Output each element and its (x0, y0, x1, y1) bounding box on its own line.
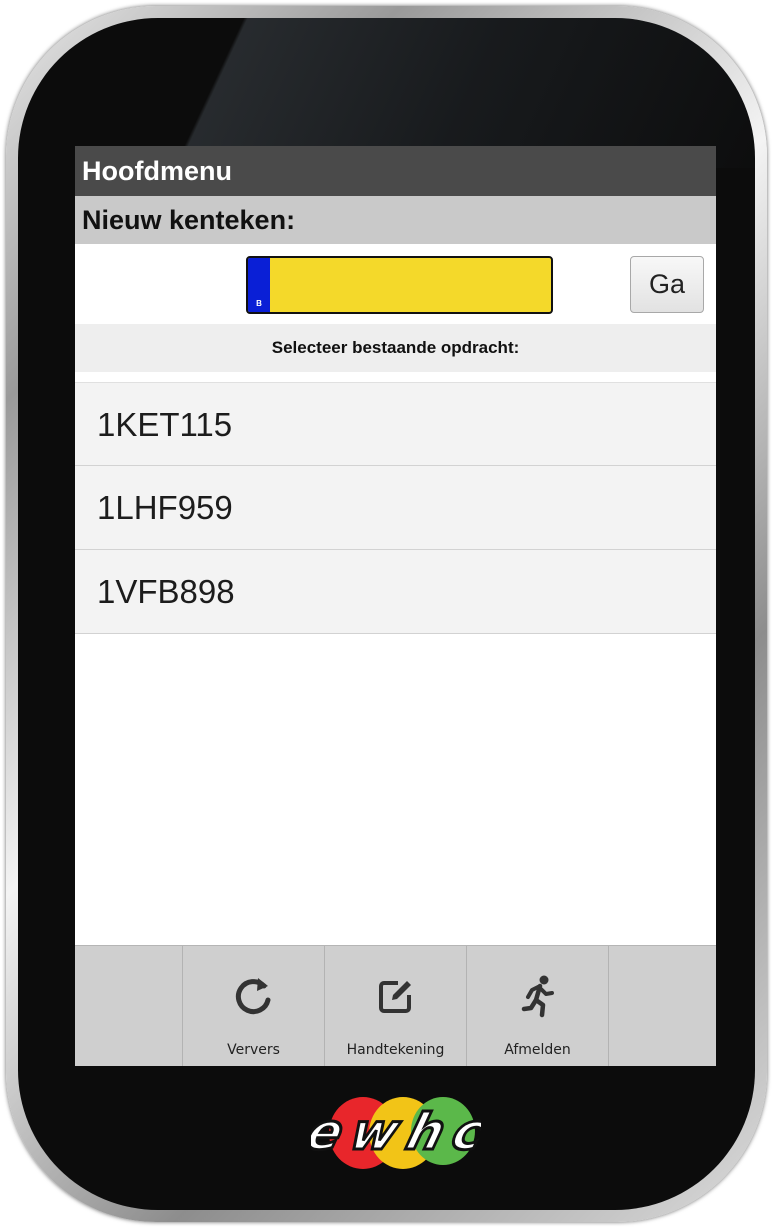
license-plate-field[interactable]: B (246, 256, 553, 314)
bottom-toolbar: Ververs Handtekening Afmelden (75, 945, 716, 1066)
eu-band: B (248, 258, 270, 312)
select-existing-caption: Selecteer bestaande opdracht: (75, 324, 716, 372)
new-plate-heading: Nieuw kenteken: (75, 196, 716, 244)
app-screen: Hoofdmenu Nieuw kenteken: B Ga Selecteer… (75, 146, 716, 1066)
toolbar-empty-slot (75, 946, 182, 1066)
running-person-icon (467, 966, 608, 1026)
assignment-list: 1KET115 1LHF959 1VFB898 (75, 382, 716, 634)
refresh-button[interactable]: Ververs (182, 946, 324, 1066)
signature-label: Handtekening (346, 1042, 445, 1058)
license-plate-input[interactable] (272, 258, 551, 312)
refresh-icon (183, 966, 324, 1026)
logout-label: Afmelden (504, 1042, 571, 1058)
assignment-item[interactable]: 1VFB898 (75, 550, 716, 634)
assignment-item[interactable]: 1KET115 (75, 382, 716, 466)
plate-entry-row: B Ga (75, 244, 716, 324)
toolbar-empty-slot (608, 946, 716, 1066)
assignment-item[interactable]: 1LHF959 (75, 466, 716, 550)
logout-button[interactable]: Afmelden (466, 946, 608, 1066)
edit-icon (325, 966, 466, 1026)
page-title: Hoofdmenu (75, 146, 716, 196)
refresh-label: Ververs (227, 1042, 280, 1058)
country-code: B (256, 299, 262, 308)
go-button[interactable]: Ga (630, 256, 704, 313)
ewhc-logo: ewhc (299, 1085, 493, 1175)
signature-button[interactable]: Handtekening (324, 946, 466, 1066)
